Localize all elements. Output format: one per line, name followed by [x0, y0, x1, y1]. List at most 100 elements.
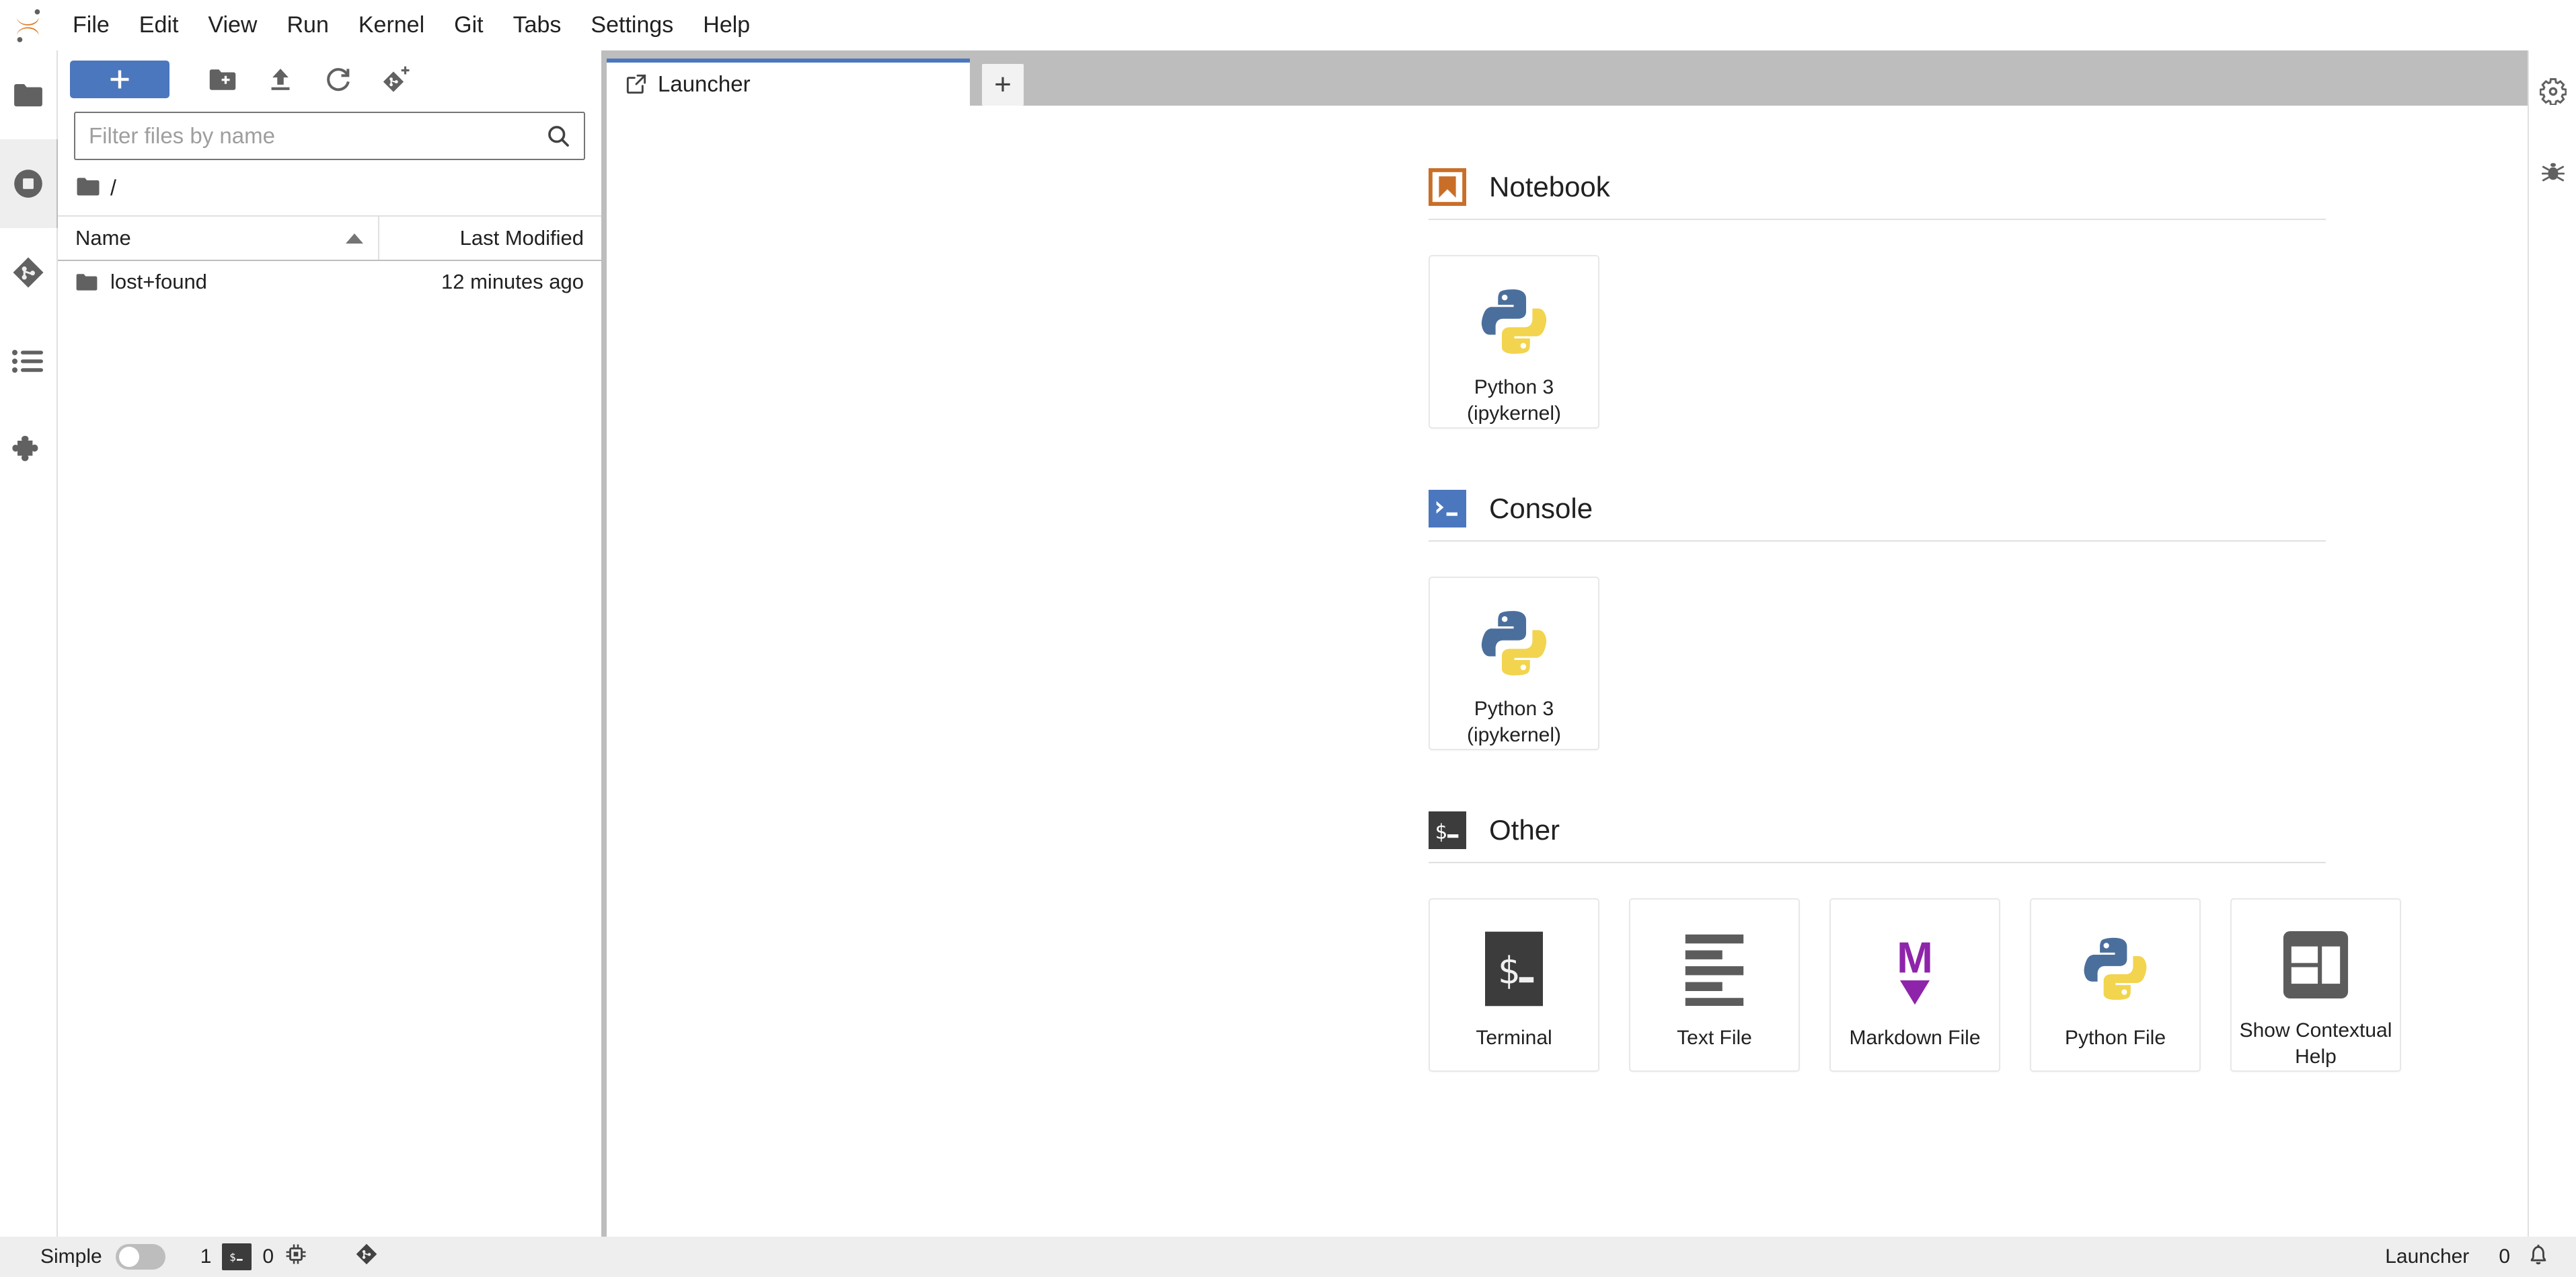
launcher-cards-notebook: Python 3 (ipykernel): [607, 220, 2528, 429]
menu-git[interactable]: Git: [439, 0, 498, 50]
jupyter-logo-icon[interactable]: [0, 0, 58, 50]
notebook-bookmark-icon-svg: [1427, 167, 1468, 207]
refresh-icon: [327, 67, 350, 91]
table-row[interactable]: lost+found 12 minutes ago: [58, 261, 601, 303]
sidebar-item-running-terminals-kernels[interactable]: [0, 139, 58, 228]
jupyterlab-window: File Edit View Run Kernel Git Tabs Setti…: [0, 0, 2576, 1277]
active-tab-status-label[interactable]: Launcher: [2385, 1245, 2469, 1268]
svg-text:M: M: [1897, 934, 1933, 982]
folder-icon: [75, 176, 101, 200]
menu-run[interactable]: Run: [272, 0, 343, 50]
main-dock-area: Launcher + Notebook Python 3 (ipykernel)…: [603, 50, 2576, 1237]
section-title-other: Other: [1489, 814, 1560, 846]
left-activity-bar: [0, 50, 58, 1237]
section-header-notebook: Notebook: [607, 155, 2528, 219]
launcher-card-label: Python File: [2064, 1027, 2166, 1049]
right-sidebar-debugger[interactable]: [2529, 133, 2576, 215]
file-list: lost+found 12 minutes ago: [58, 261, 601, 1237]
file-browser-panel: / Name Last Modified lost+foun: [58, 50, 603, 1237]
sidebar-item-file-browser[interactable]: [0, 50, 58, 139]
sidebar-item-extension-manager[interactable]: [0, 406, 58, 495]
menu-kernel[interactable]: Kernel: [344, 0, 439, 50]
launcher-card-terminal[interactable]: $ Terminal: [1429, 898, 1599, 1072]
python-logo-svg: [1481, 289, 1547, 355]
launcher-card-label: Text File: [1677, 1027, 1752, 1049]
svg-text:$: $: [1497, 950, 1519, 993]
menu-items: File Edit View Run Kernel Git Tabs Setti…: [58, 0, 765, 50]
launcher-panel: Notebook Python 3 (ipykernel) Console Py…: [607, 106, 2528, 1237]
menu-edit[interactable]: Edit: [124, 0, 194, 50]
python-logo-icon: [2073, 926, 2158, 1011]
launcher-card-label: Show Contextual Help: [2234, 1017, 2398, 1070]
card-label-line2: (ipykernel): [1466, 402, 1562, 425]
cpu-chip-icon-svg: [286, 1244, 306, 1264]
menu-bar: File Edit View Run Kernel Git Tabs Setti…: [0, 0, 2576, 50]
running-sessions-icon: [14, 170, 42, 198]
svg-text:$: $: [230, 1251, 237, 1264]
new-tab-button[interactable]: +: [982, 64, 1024, 106]
tab-bar: Launcher +: [607, 50, 2576, 106]
card-label-line1: Python 3: [1474, 375, 1554, 398]
menu-view[interactable]: View: [193, 0, 272, 50]
sort-ascending-icon: [346, 233, 363, 244]
right-activity-bar: [2528, 50, 2576, 1237]
search-input[interactable]: [89, 123, 546, 149]
menu-tabs[interactable]: Tabs: [498, 0, 576, 50]
python-logo-icon: [1472, 283, 1556, 361]
contextual-help-icon-svg: [2283, 931, 2349, 999]
markdown-icon-svg: M: [1897, 934, 1933, 1005]
sidebar-item-git[interactable]: [0, 228, 58, 317]
launcher-card-markdown-file[interactable]: M Markdown File: [1829, 898, 2000, 1072]
launcher-card-text-file[interactable]: Text File: [1629, 898, 1800, 1072]
launcher-cards-console: Python 3 (ipykernel): [607, 542, 2528, 750]
refresh-file-list-button[interactable]: [309, 61, 367, 98]
simple-mode-toggle[interactable]: [115, 1244, 165, 1270]
folder-icon: [14, 84, 42, 107]
console-prompt-icon: [1429, 490, 1466, 527]
launcher-card-notebook-python3[interactable]: Python 3 (ipykernel): [1429, 255, 1599, 429]
git-icon: [13, 257, 44, 288]
file-filter-box[interactable]: [74, 112, 585, 160]
launcher-card-show-contextual-help[interactable]: Show Contextual Help: [2230, 898, 2401, 1072]
property-inspector-icon: [2540, 78, 2567, 105]
launcher-section-notebook: Notebook Python 3 (ipykernel): [607, 155, 2528, 429]
upload-files-button[interactable]: [252, 61, 309, 98]
status-bar-left: Simple 1 $ 0: [40, 1242, 388, 1272]
menu-file[interactable]: File: [58, 0, 124, 50]
git-clone-button[interactable]: [367, 61, 425, 98]
section-header-other: $ Other: [607, 799, 2528, 862]
tab-launcher[interactable]: Launcher: [607, 59, 970, 106]
bell-icon[interactable]: [2526, 1241, 2550, 1272]
menu-help[interactable]: Help: [688, 0, 765, 50]
git-clone-icon: [383, 66, 410, 92]
column-header-last-modified[interactable]: Last Modified: [379, 217, 601, 260]
file-list-header: Name Last Modified: [58, 215, 601, 261]
right-sidebar-property-inspector[interactable]: [2529, 50, 2576, 133]
terminal-chip-icon: $: [222, 1243, 252, 1270]
kernel-count: 0: [262, 1245, 274, 1268]
text-file-icon: [1672, 926, 1757, 1011]
terminal-icon-svg: $: [1485, 931, 1543, 1007]
terminal-prompt-icon-svg: $: [1429, 811, 1466, 849]
bell-icon-svg: [2530, 1245, 2546, 1265]
launcher-card-python-file[interactable]: Python File: [2030, 898, 2201, 1072]
launcher-section-console: Console Python 3 (ipykernel): [607, 477, 2528, 750]
puzzle-icon: [12, 435, 38, 462]
breadcrumb-path[interactable]: /: [110, 176, 116, 200]
new-folder-icon: [209, 69, 236, 90]
launcher-icon: [626, 74, 646, 94]
menu-settings[interactable]: Settings: [576, 0, 688, 50]
breadcrumb[interactable]: /: [58, 160, 601, 215]
column-header-name[interactable]: Name: [58, 217, 379, 260]
new-folder-button[interactable]: [194, 61, 252, 98]
launcher-card-console-python3[interactable]: Python 3 (ipykernel): [1429, 577, 1599, 750]
launcher-content: Notebook Python 3 (ipykernel) Console Py…: [607, 106, 2528, 1072]
main-body: / Name Last Modified lost+foun: [0, 50, 2576, 1237]
git-icon-svg: [356, 1243, 377, 1265]
console-prompt-icon-svg: [1429, 490, 1466, 527]
launcher-card-label: Markdown File: [1849, 1027, 1981, 1049]
git-status[interactable]: [345, 1242, 388, 1272]
terminal-sessions-status[interactable]: 1 $ 0: [191, 1243, 317, 1271]
sidebar-item-table-of-contents[interactable]: [0, 317, 58, 406]
new-launcher-button[interactable]: [70, 60, 169, 98]
